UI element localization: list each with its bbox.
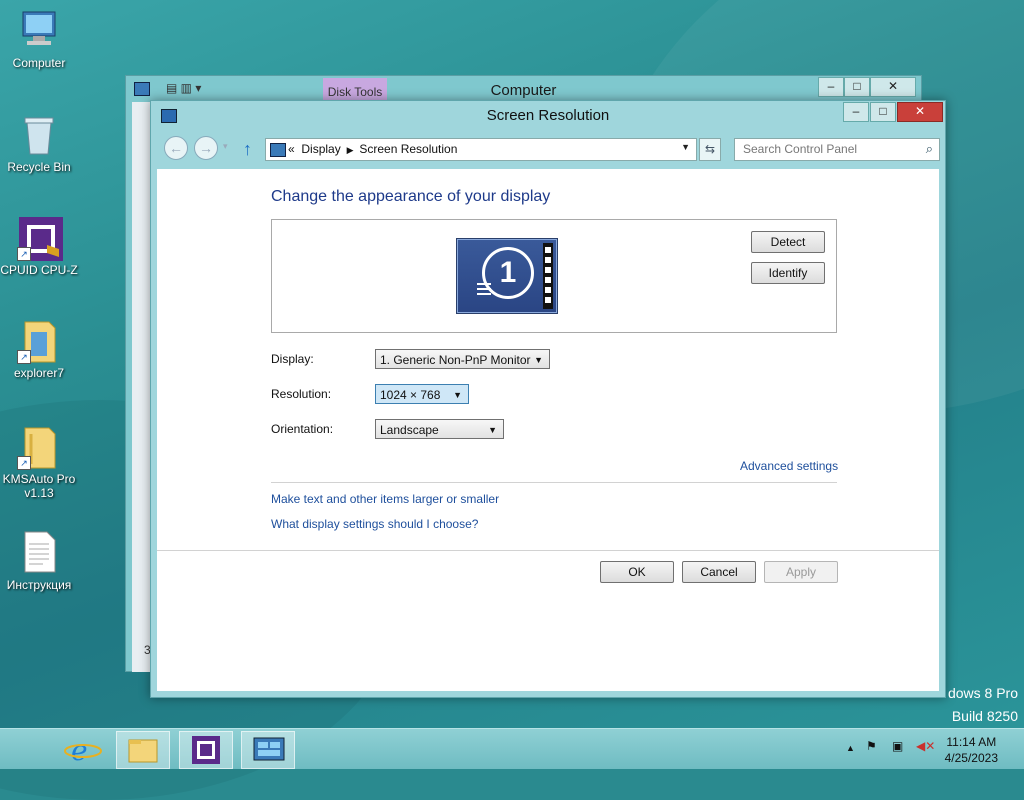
taskbar-internet-explorer[interactable]: e — [57, 731, 109, 767]
desktop-icon-instruction[interactable]: Инструкция — [0, 530, 78, 592]
divider — [271, 482, 837, 483]
control-panel-icon — [253, 737, 285, 761]
nav-pane-fragment — [132, 102, 152, 672]
breadcrumb-display[interactable]: Display — [301, 142, 340, 156]
maximize-button[interactable]: □ — [844, 77, 870, 97]
monitor-preview-box: 1 Detect Identify — [271, 219, 837, 333]
close-button[interactable]: ✕ — [870, 77, 916, 97]
taskbar: e ▲ ⚑ ▣ ◀✕ 11:14 AM 4/25/2023 — [0, 728, 1024, 769]
film-strip-icon — [543, 243, 553, 309]
computer-window-title: Computer — [490, 82, 557, 99]
desktop-icon-kmsauto[interactable]: ↗ KMSAuto Pro v1.13 — [0, 424, 78, 500]
forward-button[interactable]: → — [194, 136, 218, 160]
orientation-label: Orientation: — [271, 422, 334, 436]
orientation-select[interactable]: Landscape ▼ — [375, 419, 504, 439]
page-title: Change the appearance of your display — [271, 188, 551, 205]
folder-icon: ↗ — [17, 424, 61, 470]
internet-explorer-icon: e — [64, 734, 102, 767]
resolution-select[interactable]: 1024 × 768 ▼ — [375, 384, 469, 404]
minimize-button[interactable]: – — [843, 102, 869, 122]
back-button[interactable]: ← — [164, 136, 188, 160]
close-button[interactable]: ✕ — [897, 102, 943, 122]
computer-window-titlebar[interactable]: ▤ ▥ ▾ Disk Tools Computer – □ ✕ — [126, 76, 921, 102]
desktop-icon-label: Инструкция — [6, 578, 72, 592]
desktop-icon-computer[interactable]: Computer — [0, 8, 78, 70]
text-size-link[interactable]: Make text and other items larger or smal… — [271, 492, 499, 506]
computer-icon — [17, 8, 61, 52]
chevron-down-icon: ▼ — [453, 390, 462, 400]
detect-button[interactable]: Detect — [751, 231, 825, 253]
breadcrumb-separator-icon[interactable]: ▶ — [344, 145, 356, 155]
desktop-icon-recycle-bin[interactable]: Recycle Bin — [0, 112, 78, 174]
svg-text:e: e — [71, 734, 88, 767]
taskbar-file-explorer[interactable] — [116, 731, 170, 769]
taskbar-control-panel[interactable] — [241, 731, 295, 769]
clock-date: 4/25/2023 — [944, 751, 998, 765]
breadcrumb-screen-resolution[interactable]: Screen Resolution — [359, 142, 457, 156]
display-select-value: 1. Generic Non-PnP Monitor — [380, 353, 531, 367]
ok-button[interactable]: OK — [600, 561, 674, 583]
navigation-bar: ← → ▾ ↑ « Display ▶ Screen Resolution ▼ … — [151, 133, 945, 163]
search-icon[interactable]: ⌕ — [926, 141, 933, 157]
monitor-1-tile[interactable]: 1 — [456, 238, 558, 314]
control-panel-icon — [270, 143, 286, 157]
os-watermark-build: Build 8250 — [951, 708, 1018, 724]
search-input[interactable]: Search Control Panel ⌕ — [734, 138, 940, 161]
content-area: Change the appearance of your display 1 … — [157, 169, 939, 691]
display-select[interactable]: 1. Generic Non-PnP Monitor ▼ — [375, 349, 550, 369]
chevron-down-icon: ▼ — [488, 425, 497, 435]
taskbar-cpuz[interactable] — [179, 731, 233, 769]
screen-resolution-window[interactable]: Screen Resolution – □ ✕ ← → ▾ ↑ « Displa… — [150, 100, 946, 698]
address-bar[interactable]: « Display ▶ Screen Resolution ▼ — [265, 138, 697, 161]
resolution-label: Resolution: — [271, 387, 332, 401]
show-hidden-icons-chevron-icon[interactable]: ▲ — [846, 743, 855, 753]
action-center-flag-icon[interactable]: ⚑ — [866, 739, 877, 753]
refresh-button[interactable]: ⇆ — [699, 138, 721, 161]
desktop-icon-label: explorer7 — [13, 366, 65, 380]
text-document-icon — [17, 530, 61, 574]
advanced-settings-link[interactable]: Advanced settings — [740, 459, 838, 473]
desktop-icon-explorer7[interactable]: ↗ explorer7 — [0, 318, 78, 380]
system-clock[interactable]: 11:14 AM 4/25/2023 — [945, 734, 998, 766]
maximize-button[interactable]: □ — [870, 102, 896, 122]
minimize-button[interactable]: – — [818, 77, 844, 97]
desktop-icon-label: KMSAuto Pro v1.13 — [2, 472, 76, 500]
taskbar-glyph-icon — [477, 283, 491, 298]
cpu-chip-icon: ↗ — [17, 215, 63, 261]
folder-icon: ↗ — [17, 318, 61, 364]
desktop-icon-label: Recycle Bin — [7, 160, 71, 174]
chevron-down-icon: ▼ — [534, 355, 543, 365]
apply-button[interactable]: Apply — [764, 561, 838, 583]
window-title: Screen Resolution — [486, 107, 610, 124]
breadcrumb: « Display ▶ Screen Resolution — [288, 142, 457, 156]
search-placeholder: Search Control Panel — [743, 142, 858, 156]
up-arrow-icon[interactable]: ↑ — [243, 139, 252, 160]
desktop-icon-label: Computer — [12, 56, 66, 70]
desktop-icon-cpuz[interactable]: ↗ CPUID CPU-Z — [0, 215, 78, 277]
folder-icon — [128, 739, 158, 763]
clock-time: 11:14 AM — [946, 735, 997, 749]
display-label: Display: — [271, 352, 314, 366]
divider — [157, 550, 939, 551]
resolution-select-value: 1024 × 768 — [380, 388, 441, 402]
recycle-bin-icon — [17, 112, 61, 156]
breadcrumb-overflow-icon[interactable]: « — [288, 142, 295, 156]
address-dropdown-icon[interactable]: ▼ — [681, 142, 690, 152]
cpu-chip-icon — [192, 736, 220, 764]
recent-pages-chevron-icon[interactable]: ▾ — [223, 141, 228, 152]
volume-muted-icon[interactable]: ◀✕ — [916, 739, 935, 753]
desktop-icon-label: CPUID CPU-Z — [0, 263, 78, 277]
orientation-select-value: Landscape — [380, 423, 439, 437]
cancel-button[interactable]: Cancel — [682, 561, 756, 583]
os-watermark-edition: dows 8 Pro — [947, 685, 1018, 701]
display-help-link[interactable]: What display settings should I choose? — [271, 517, 478, 531]
identify-button[interactable]: Identify — [751, 262, 825, 284]
network-icon[interactable]: ▣ — [892, 739, 903, 753]
